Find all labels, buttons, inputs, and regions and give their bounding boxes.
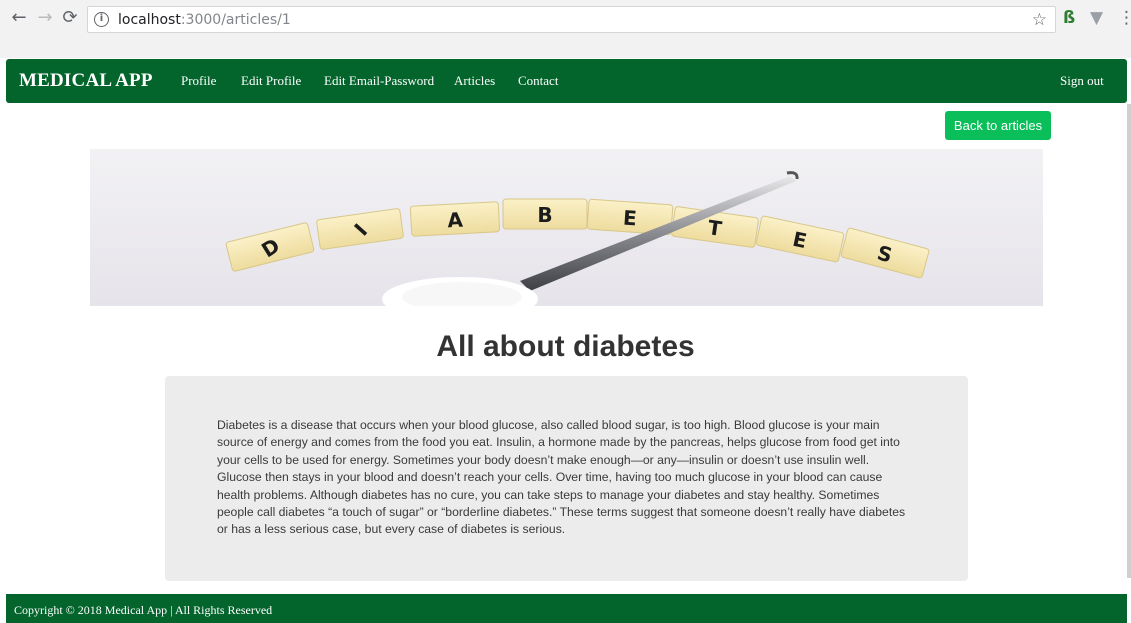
article-hero-image: D I A B E T E S [90, 149, 1043, 306]
page-scrollbar[interactable] [1127, 104, 1131, 578]
info-icon[interactable]: i [94, 12, 109, 27]
tile-letter-e: E [622, 206, 637, 231]
url-text: localhost:3000/articles/1 [118, 12, 291, 28]
tile-letter-a: A [447, 208, 464, 233]
bookmark-star-icon[interactable]: ☆ [1032, 10, 1047, 30]
url-host: localhost [118, 12, 181, 28]
nav-link-articles[interactable]: Articles [454, 73, 495, 89]
browser-toolbar: ← → ⟳ i localhost:3000/articles/1 ☆ ß ▼ … [0, 0, 1131, 58]
brand-logo[interactable]: MEDICAL APP [19, 70, 153, 92]
article-title: All about diabetes [436, 330, 695, 363]
sign-out-link[interactable]: Sign out [1060, 73, 1104, 89]
copyright-text: Copyright © 2018 Medical App | All Right… [14, 603, 273, 617]
nav-link-profile[interactable]: Profile [181, 73, 216, 89]
vue-devtools-icon[interactable]: ▼ [1090, 8, 1103, 28]
page-footer: Copyright © 2018 Medical App | All Right… [6, 594, 1127, 623]
nav-link-edit-profile[interactable]: Edit Profile [241, 73, 301, 89]
forward-arrow-icon[interactable]: → [35, 8, 55, 28]
tile-letter-b: B [537, 203, 552, 227]
back-arrow-icon[interactable]: ← [9, 8, 29, 28]
url-path: :3000/articles/1 [180, 12, 291, 28]
extension-icon[interactable]: ß [1063, 8, 1075, 28]
menu-dots-icon[interactable]: ⋮ [1118, 8, 1131, 28]
article-content-box: Diabetes is a disease that occurs when y… [165, 376, 968, 581]
app-navbar: MEDICAL APP Profile Edit Profile Edit Em… [6, 59, 1127, 103]
reload-icon[interactable]: ⟳ [60, 8, 80, 28]
nav-link-edit-email-password[interactable]: Edit Email-Password [324, 73, 434, 89]
article-body: Diabetes is a disease that occurs when y… [217, 418, 906, 537]
address-bar[interactable]: i localhost:3000/articles/1 ☆ [87, 6, 1056, 33]
back-to-articles-button[interactable]: Back to articles [945, 111, 1051, 140]
nav-link-contact[interactable]: Contact [518, 73, 558, 89]
